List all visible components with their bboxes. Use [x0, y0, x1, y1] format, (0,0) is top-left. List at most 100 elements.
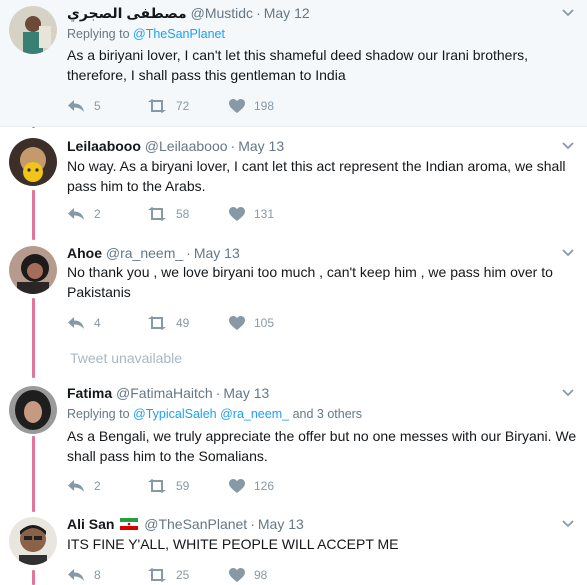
- heart-icon: [229, 99, 245, 113]
- retweet-button[interactable]: 25: [147, 565, 189, 585]
- like-button[interactable]: 105: [229, 313, 274, 333]
- reply-count: 4: [94, 316, 101, 330]
- mention-link[interactable]: @TypicalSaleh: [133, 407, 217, 421]
- chevron-down-icon[interactable]: [561, 246, 575, 260]
- reply-icon: [68, 208, 84, 220]
- tweet-header: Ahoe @ra_neem_ · May 13: [67, 244, 240, 262]
- reply-count: 8: [94, 568, 101, 582]
- replying-to: Replying to @TheSanPlanet: [67, 26, 225, 42]
- tweet-date[interactable]: May 13: [194, 245, 240, 261]
- reply-button[interactable]: 5: [67, 96, 101, 116]
- reply-button[interactable]: 4: [67, 313, 101, 333]
- display-name[interactable]: Ali San: [67, 516, 114, 532]
- tweet-text: ITS FINE Y'ALL, WHITE PEOPLE WILL ACCEPT…: [67, 536, 399, 552]
- retweet-icon: [148, 99, 166, 113]
- tweet-actions: 2 58 131: [67, 204, 367, 224]
- avatar[interactable]: [9, 138, 57, 186]
- mention-link[interactable]: @ra_neem_: [220, 407, 289, 421]
- reply-icon: [68, 317, 84, 329]
- like-button[interactable]: 98: [229, 565, 267, 585]
- separator-dot: ·: [256, 5, 261, 21]
- reply-icon: [68, 569, 84, 581]
- tweet-date[interactable]: May 13: [223, 385, 269, 401]
- reply-count: 5: [94, 99, 101, 113]
- retweet-count: 25: [176, 568, 190, 582]
- heart-icon: [229, 316, 245, 330]
- tweet-header: Fatima @FatimaHaitch · May 13: [67, 384, 269, 402]
- tweet-actions: 2 59 126: [67, 476, 367, 496]
- replying-to: Replying to @TypicalSaleh @ra_neem_ and …: [67, 406, 362, 422]
- reply-button[interactable]: 2: [67, 204, 101, 224]
- like-count: 131: [254, 207, 275, 221]
- avatar[interactable]: [9, 517, 57, 565]
- reply-count: 2: [94, 479, 101, 493]
- retweet-icon: [148, 479, 166, 493]
- retweet-button[interactable]: 72: [147, 96, 189, 116]
- reply-count: 2: [94, 207, 101, 221]
- user-handle[interactable]: @TheSanPlanet: [144, 516, 247, 532]
- tweet-text: As a biriyani lover, I can't let this sh…: [67, 47, 529, 83]
- chevron-down-icon[interactable]: [561, 6, 575, 20]
- like-button[interactable]: 198: [229, 96, 274, 116]
- chevron-down-icon[interactable]: [561, 517, 575, 531]
- iran-flag-icon: [120, 518, 139, 530]
- tweet-actions: 4 49 105: [67, 313, 367, 333]
- display-name[interactable]: مصطفى الصجري: [67, 5, 187, 21]
- heart-icon: [229, 568, 245, 582]
- tweet[interactable]: Ahoe @ra_neem_ · May 13 No thank you , we …: [0, 236, 587, 338]
- like-count: 198: [254, 99, 275, 113]
- retweet-button[interactable]: 58: [147, 204, 189, 224]
- heart-icon: [229, 207, 245, 221]
- user-handle[interactable]: @Leilaabooo: [145, 138, 228, 154]
- tweet-header: Ali San @TheSanPlanet · May 13: [67, 515, 304, 533]
- like-count: 98: [254, 568, 268, 582]
- tweet-header: مصطفى الصجري @Mustidc · May 12: [67, 4, 310, 22]
- tweet[interactable]: Leilaabooo @Leilaabooo · May 13 No way. As…: [0, 127, 587, 235]
- mention-link[interactable]: @TheSanPlanet: [133, 27, 225, 41]
- tweet-text: As a Bengali, we truly appreciate the of…: [67, 428, 577, 464]
- display-name[interactable]: Leilaabooo: [67, 138, 141, 154]
- reply-button[interactable]: 2: [67, 476, 101, 496]
- chevron-down-icon[interactable]: [561, 386, 575, 400]
- replying-prefix: Replying to: [67, 407, 130, 421]
- user-handle[interactable]: @FatimaHaitch: [116, 385, 213, 401]
- user-handle[interactable]: @Mustidc: [191, 5, 253, 21]
- tweet-actions: 8 25 98: [67, 565, 367, 585]
- retweet-button[interactable]: 49: [147, 313, 189, 333]
- retweet-button[interactable]: 59: [147, 476, 189, 496]
- like-count: 126: [254, 479, 275, 493]
- tweet-text: No way. As a biryani lover, I cant let t…: [67, 158, 566, 194]
- separator-dot: ·: [186, 245, 191, 261]
- user-handle[interactable]: @ra_neem_: [106, 245, 183, 261]
- tweet-actions: 5 72 198: [67, 96, 367, 116]
- display-name[interactable]: Fatima: [67, 385, 112, 401]
- retweet-icon: [148, 316, 166, 330]
- like-count: 105: [254, 316, 275, 330]
- tweet-date[interactable]: May 13: [258, 516, 304, 532]
- avatar[interactable]: [9, 6, 57, 54]
- reply-icon: [68, 480, 84, 492]
- avatar[interactable]: [9, 386, 57, 434]
- reply-button[interactable]: 8: [67, 565, 101, 585]
- retweet-count: 59: [176, 479, 190, 493]
- tweet[interactable]: Fatima @FatimaHaitch · May 13 Replying to …: [0, 378, 587, 502]
- retweet-count: 72: [176, 99, 190, 113]
- tweet[interactable]: Ali San @TheSanPlanet · May 13 ITS FINE Y'…: [0, 510, 587, 585]
- tweet[interactable]: مصطفى الصجري @Mustidc · May 12 Replying to…: [0, 0, 587, 126]
- retweet-count: 49: [176, 316, 190, 330]
- tweet-header: Leilaabooo @Leilaabooo · May 13: [67, 137, 284, 155]
- tweet-date[interactable]: May 12: [264, 5, 310, 21]
- display-name[interactable]: Ahoe: [67, 245, 102, 261]
- retweet-icon: [148, 568, 166, 582]
- separator-dot: ·: [250, 516, 255, 532]
- avatar[interactable]: [9, 246, 57, 294]
- like-button[interactable]: 131: [229, 204, 274, 224]
- replying-suffix[interactable]: and 3 others: [293, 407, 363, 421]
- tweet-unavailable: Tweet unavailable: [70, 350, 183, 366]
- chevron-down-icon[interactable]: [561, 139, 575, 153]
- separator-dot: ·: [215, 385, 221, 401]
- reply-icon: [68, 100, 84, 112]
- separator-dot: ·: [230, 138, 236, 154]
- tweet-date[interactable]: May 13: [238, 138, 284, 154]
- like-button[interactable]: 126: [229, 476, 274, 496]
